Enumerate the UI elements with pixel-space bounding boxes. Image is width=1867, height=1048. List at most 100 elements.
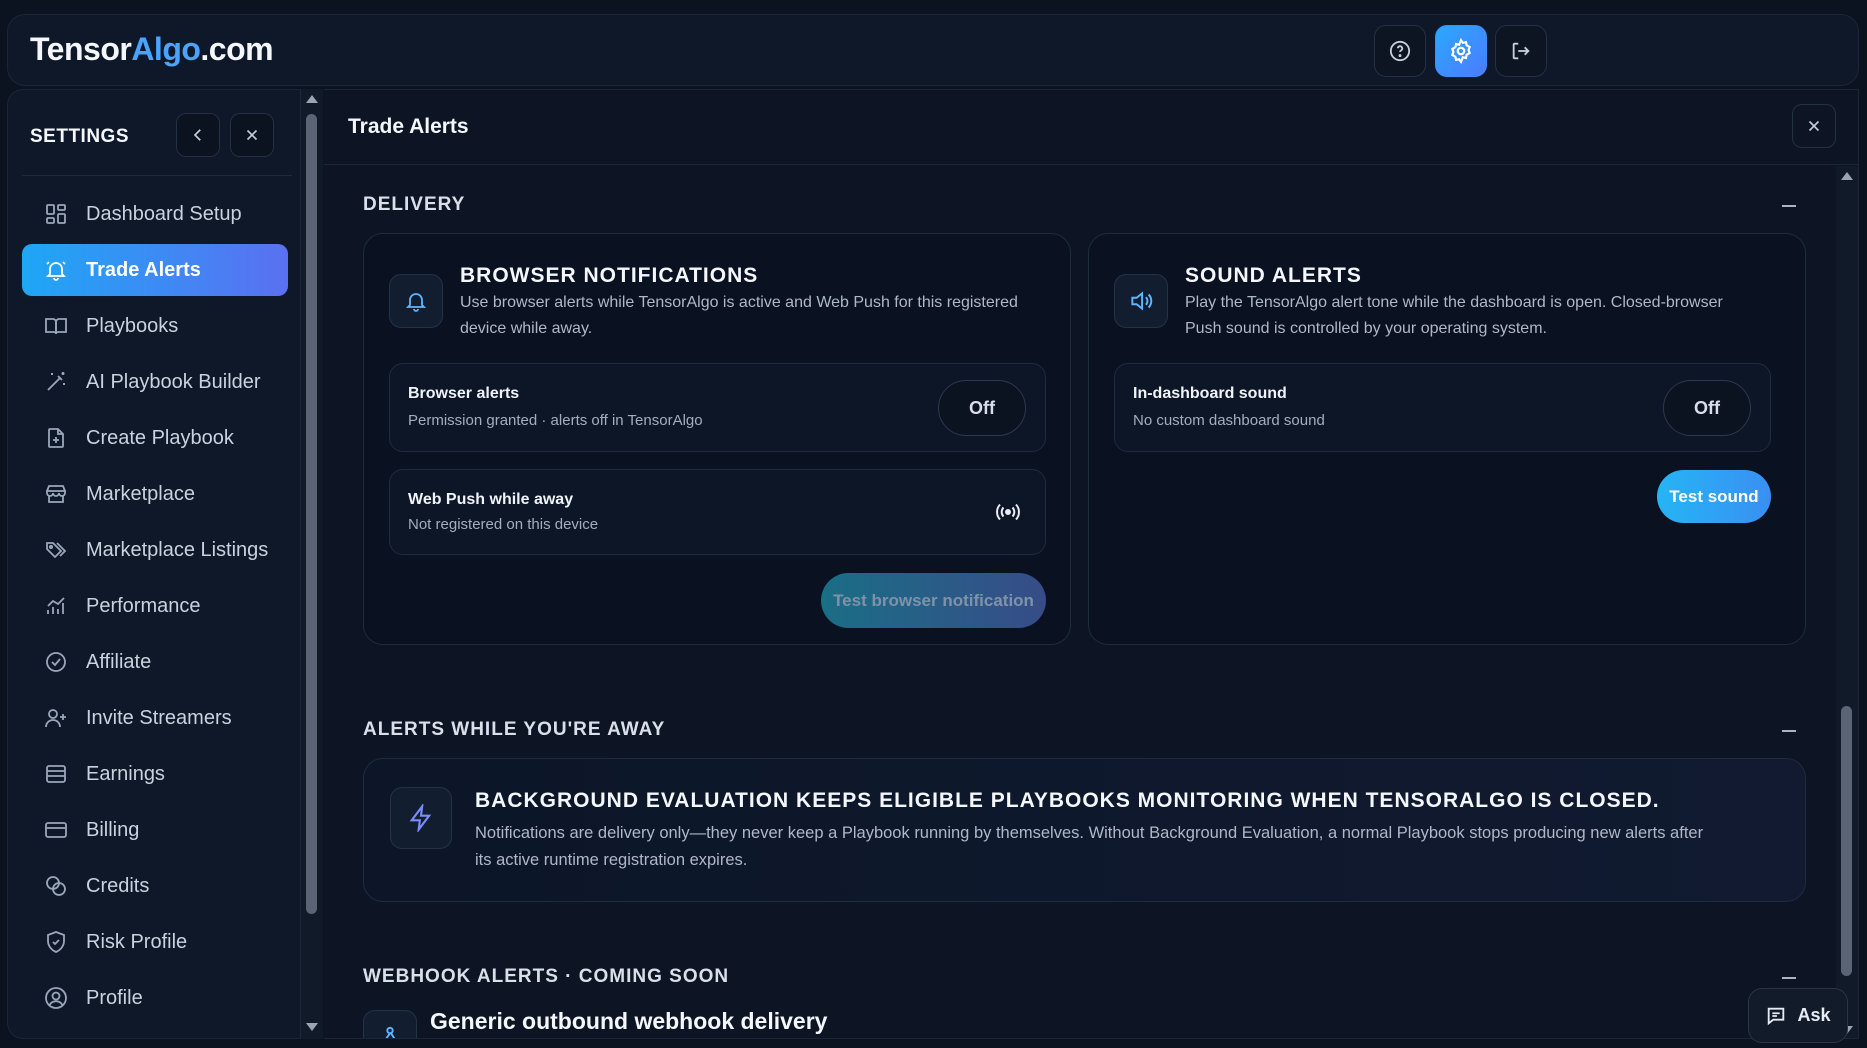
speaker-icon bbox=[1131, 291, 1153, 311]
sidebar-divider bbox=[22, 175, 292, 176]
book-icon bbox=[45, 318, 67, 335]
sidebar-item-marketplace[interactable]: Marketplace bbox=[22, 468, 288, 520]
sidebar-item-label: Risk Profile bbox=[86, 930, 188, 953]
sidebar-item-create-playbook[interactable]: Create Playbook bbox=[22, 412, 288, 464]
lightning-icon bbox=[409, 804, 432, 832]
delivery-collapse-button[interactable] bbox=[1782, 205, 1796, 207]
top-bar: TensorAlgo.com bbox=[7, 14, 1859, 86]
background-evaluation-card: BACKGROUND EVALUATION KEEPS ELIGIBLE PLA… bbox=[363, 758, 1806, 902]
sidebar-item-invite-streamers[interactable]: Invite Streamers bbox=[22, 692, 288, 744]
logout-icon bbox=[1512, 42, 1530, 60]
content-scrollbar[interactable] bbox=[1836, 166, 1858, 1038]
sidebar-scrollbar[interactable] bbox=[301, 89, 323, 1039]
webhook-title: Generic outbound webhook delivery bbox=[430, 1008, 828, 1034]
page-title: Trade Alerts bbox=[348, 115, 469, 138]
ask-label: Ask bbox=[1797, 1005, 1831, 1025]
in-dashboard-sound-toggle[interactable]: Off bbox=[1663, 380, 1751, 436]
sidebar-item-earnings[interactable]: Earnings bbox=[22, 748, 288, 800]
gear-icon bbox=[1451, 38, 1471, 64]
broadcast-icon[interactable] bbox=[995, 500, 1021, 524]
ask-button[interactable]: Ask bbox=[1748, 988, 1848, 1043]
sidebar-item-label: Performance bbox=[86, 594, 201, 617]
desc-line: Push sound is controlled by your operati… bbox=[1185, 320, 1547, 337]
user-plus-icon bbox=[45, 709, 66, 728]
sidebar-item-trade-alerts[interactable]: Trade Alerts bbox=[22, 244, 288, 296]
card-icon-box bbox=[1114, 274, 1168, 328]
sidebar-item-performance[interactable]: Performance bbox=[22, 580, 288, 632]
web-push-title: Web Push while away bbox=[408, 491, 574, 508]
browser-alerts-row: Browser alerts Permission granted · aler… bbox=[389, 363, 1046, 452]
sidebar-item-label: Invite Streamers bbox=[86, 706, 232, 729]
away-collapse-button[interactable] bbox=[1782, 730, 1796, 732]
close-icon bbox=[1808, 120, 1820, 132]
in-dashboard-sound-row: In-dashboard sound No custom dashboard s… bbox=[1114, 363, 1771, 452]
sidebar-item-label: Trade Alerts bbox=[86, 258, 201, 281]
scroll-down-arrow-icon[interactable] bbox=[306, 1023, 318, 1031]
sidebar-item-label: Credits bbox=[86, 874, 150, 897]
sidebar-item-playbooks[interactable]: Playbooks bbox=[22, 300, 288, 352]
webhook-section-heading: WEBHOOK ALERTS · COMING SOON bbox=[363, 966, 730, 987]
desc-line: device while away. bbox=[460, 320, 593, 337]
logo-text-com: .com bbox=[200, 31, 274, 67]
browser-alerts-title: Browser alerts bbox=[408, 385, 520, 402]
sidebar-nav: Dashboard Setup Trade Alerts Playbooks A… bbox=[22, 188, 288, 1028]
sidebar-item-ai-playbook-builder[interactable]: AI Playbook Builder bbox=[22, 356, 288, 408]
sidebar-close-button[interactable] bbox=[230, 113, 274, 157]
sidebar-item-label: Profile bbox=[86, 986, 143, 1009]
bell-icon bbox=[405, 293, 427, 312]
sidebar-item-label: Earnings bbox=[86, 762, 165, 785]
magic-wand-icon bbox=[47, 372, 65, 391]
logout-button[interactable] bbox=[1495, 25, 1547, 77]
panel-close-button[interactable] bbox=[1792, 104, 1836, 148]
test-browser-notification-button[interactable]: Test browser notification bbox=[821, 573, 1046, 628]
browser-alerts-toggle[interactable]: Off bbox=[938, 380, 1026, 436]
chevron-left-icon bbox=[193, 129, 201, 141]
sidebar-item-label: AI Playbook Builder bbox=[86, 370, 261, 393]
sidebar-item-label: Marketplace Listings bbox=[86, 538, 269, 561]
background-evaluation-desc: Notifications are delivery only—they nev… bbox=[475, 820, 1785, 874]
help-button[interactable] bbox=[1374, 25, 1426, 77]
content-scrollbar-thumb[interactable] bbox=[1841, 706, 1852, 976]
sound-alerts-card: SOUND ALERTS Play the TensorAlgo alert t… bbox=[1088, 233, 1806, 645]
desc-line: Use browser alerts while TensorAlgo is a… bbox=[460, 294, 1018, 311]
file-plus-icon bbox=[48, 428, 64, 448]
sidebar-item-risk-profile[interactable]: Risk Profile bbox=[22, 916, 288, 968]
logo-text-algo: Algo bbox=[131, 31, 201, 67]
settings-sidebar: SETTINGS Dashboard Setup Trade Alerts Pl… bbox=[7, 89, 301, 1039]
sidebar-back-button[interactable] bbox=[176, 113, 220, 157]
sidebar-item-billing[interactable]: Billing bbox=[22, 804, 288, 856]
desc-line: its active runtime registration expires. bbox=[475, 851, 748, 869]
sidebar-item-label: Affiliate bbox=[86, 650, 152, 673]
desc-line: Notifications are delivery only—they nev… bbox=[475, 824, 1704, 842]
sidebar-item-affiliate[interactable]: Affiliate bbox=[22, 636, 288, 688]
logo[interactable]: TensorAlgo.com bbox=[30, 31, 274, 68]
store-icon bbox=[46, 485, 66, 503]
logo-text-tensor: Tensor bbox=[30, 31, 132, 67]
scroll-up-arrow-icon[interactable] bbox=[306, 95, 318, 103]
tags-icon bbox=[46, 542, 67, 559]
settings-button[interactable] bbox=[1435, 25, 1487, 77]
browser-alerts-status: Permission granted · alerts off in Tenso… bbox=[408, 412, 703, 429]
test-sound-button[interactable]: Test sound bbox=[1657, 470, 1771, 523]
web-push-row: Web Push while away Not registered on th… bbox=[389, 469, 1046, 555]
sidebar-item-label: Dashboard Setup bbox=[86, 202, 242, 225]
wallet-icon bbox=[46, 765, 66, 783]
chart-icon bbox=[47, 597, 65, 614]
scroll-up-arrow-icon[interactable] bbox=[1841, 172, 1853, 180]
sidebar-scrollbar-thumb[interactable] bbox=[306, 114, 317, 914]
main-panel: Trade Alerts DELIVERY BROWSER NOTIFICATI… bbox=[324, 89, 1859, 1039]
webhook-icon bbox=[385, 1026, 396, 1038]
sidebar-item-dashboard-setup[interactable]: Dashboard Setup bbox=[22, 188, 288, 240]
card-icon-box bbox=[389, 274, 443, 328]
delivery-section-heading: DELIVERY bbox=[363, 194, 466, 215]
sidebar-item-marketplace-listings[interactable]: Marketplace Listings bbox=[22, 524, 288, 576]
webhook-collapse-button[interactable] bbox=[1782, 977, 1796, 979]
web-push-status: Not registered on this device bbox=[408, 516, 599, 533]
close-icon bbox=[246, 129, 258, 141]
coins-icon bbox=[46, 876, 66, 896]
browser-notifications-title: BROWSER NOTIFICATIONS bbox=[460, 264, 759, 287]
sidebar-item-label: Billing bbox=[86, 818, 140, 841]
browser-notifications-desc: Use browser alerts while TensorAlgo is a… bbox=[460, 290, 1050, 342]
sidebar-item-profile[interactable]: Profile bbox=[22, 972, 288, 1024]
sidebar-item-credits[interactable]: Credits bbox=[22, 860, 288, 912]
